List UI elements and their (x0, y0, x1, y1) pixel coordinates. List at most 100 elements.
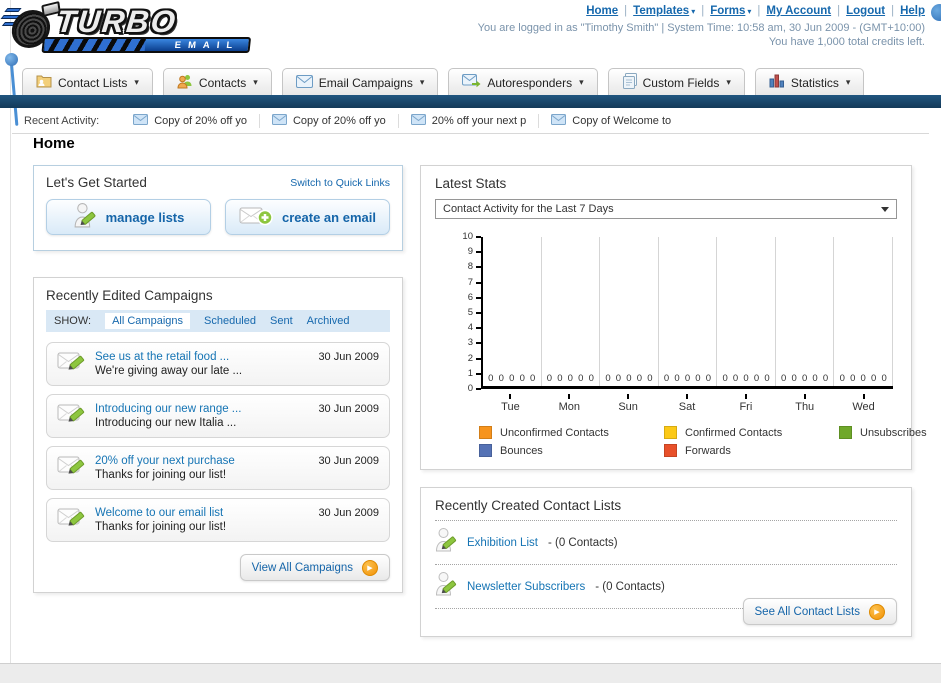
chart-value-label: 0 (615, 373, 622, 384)
header-link-templates[interactable]: Templates (633, 5, 689, 17)
tab-statistics[interactable]: Statistics ▾ (754, 68, 865, 96)
legend-item: Forwards (664, 444, 839, 457)
credits-text: You have 1,000 total credits left. (768, 36, 925, 48)
chart-x-label: Thu (775, 394, 834, 413)
tab-contact-lists[interactable]: Contact Lists ▾ (22, 68, 153, 96)
separator (701, 5, 704, 17)
contact-list-item[interactable]: Exhibition List - (0 Contacts) (435, 520, 897, 564)
main-nav: Contact Lists ▾ Contacts ▾ Email Campaigns… (22, 68, 865, 96)
filter-scheduled[interactable]: Scheduled (204, 315, 256, 327)
tab-contacts[interactable]: Contacts ▾ (162, 68, 272, 96)
campaign-row[interactable]: See us at the retail food ... We're givin… (46, 342, 390, 386)
chevron-down-icon: ▾ (845, 77, 851, 87)
chart-value-label: 0 (557, 373, 563, 384)
turbo-email-logo[interactable]: TURBO EMAIL (0, 1, 254, 53)
y-tick-label: 9 (468, 247, 482, 257)
header-link-my-account[interactable]: My Account (766, 5, 831, 17)
campaign-title-link[interactable]: Introducing our new range ... (95, 402, 241, 416)
chart-value-label: 0 (674, 373, 680, 384)
legend-swatch (664, 426, 677, 439)
autoresponders-icon (462, 74, 481, 91)
contact-list-detail: - (0 Contacts) (595, 580, 665, 593)
switch-quick-links-link[interactable]: Switch to Quick Links (290, 177, 390, 189)
header-link-forms[interactable]: Forms (710, 5, 745, 17)
y-tick-label: 10 (462, 232, 481, 242)
legend-swatch (479, 444, 492, 457)
chart-x-label: Sun (599, 394, 658, 413)
latest-stats-panel: Latest Stats Contact Activity for the La… (420, 165, 927, 470)
filter-sent[interactable]: Sent (270, 315, 293, 327)
chart-value-label: 0 (509, 373, 515, 384)
y-tick-label: 7 (468, 277, 482, 288)
chart-x-label: Tue (481, 394, 540, 413)
recent-activity-item[interactable]: Copy of Welcome to (539, 113, 683, 128)
create-email-button[interactable]: create an email (225, 199, 390, 235)
app-window: TURBO EMAIL Home Templates ▾ Forms ▾ My Ac… (0, 0, 941, 683)
chevron-down-icon: ▾ (253, 77, 258, 87)
envelope-pencil-icon (57, 454, 87, 482)
see-all-contact-lists-button[interactable]: See All Contact Lists ▶ (742, 598, 897, 625)
stats-dropdown[interactable]: Contact Activity for the Last 7 Days (435, 199, 897, 219)
filter-all-campaigns[interactable]: All Campaigns (105, 313, 190, 329)
chart-value-label: 0 (488, 373, 494, 384)
campaign-row[interactable]: Introducing our new range ... Introducing… (46, 394, 390, 438)
view-all-campaigns-button[interactable]: View All Campaigns ▶ (239, 554, 390, 581)
logo-line-turbo: TURBO (54, 4, 179, 39)
chart-value-label: 0 (530, 373, 536, 384)
show-label: SHOW: (54, 315, 92, 327)
chart-x-labels: Tue Mon Sun Sat Fri Thu Wed (481, 394, 893, 413)
chart-day-group: 00000 (717, 237, 776, 386)
contacts-icon (177, 73, 193, 92)
person-pencil-icon (435, 527, 457, 558)
chart-value-label: 0 (764, 373, 770, 384)
person-pencil-icon (435, 571, 457, 602)
contact-list-name-link[interactable]: Exhibition List (467, 537, 538, 549)
y-tick-label: 3 (468, 338, 482, 348)
legend-swatch (664, 444, 677, 457)
campaign-row[interactable]: 20% off your next purchase Thanks for joi… (46, 446, 390, 490)
chart-value-label: 0 (605, 373, 611, 384)
filter-archived[interactable]: Archived (307, 315, 350, 327)
chart-value-label: 0 (871, 373, 877, 384)
envelope-pencil-icon (57, 402, 87, 430)
recent-activity-item[interactable]: Copy of 20% off yo (121, 113, 260, 128)
footer-strip (0, 663, 941, 683)
tab-autoresponders[interactable]: Autoresponders ▾ (448, 68, 598, 96)
campaign-title-link[interactable]: See us at the retail food ... (95, 350, 242, 364)
legend-swatch (839, 426, 852, 439)
y-tick-label: 0 (468, 383, 482, 394)
chart-value-label: 0 (546, 373, 553, 384)
chart-value-label: 0 (636, 373, 643, 384)
chart-day-group: 00000 (600, 237, 659, 386)
chart-value-label: 0 (588, 373, 594, 384)
recent-activity-bar: Recent Activity: Copy of 20% off yo Copy… (12, 109, 929, 132)
tab-label: Autoresponders (487, 75, 573, 90)
manage-lists-button[interactable]: manage lists (46, 199, 211, 235)
chevron-down-icon: ▾ (579, 77, 584, 87)
navy-divider-bar (0, 95, 941, 108)
envelope-pencil-icon (57, 506, 87, 534)
chart-x-label: Sat (658, 394, 717, 413)
recent-activity-item[interactable]: Copy of 20% off yo (260, 113, 399, 128)
header-link-home[interactable]: Home (586, 5, 618, 17)
tab-custom-fields[interactable]: Custom Fields ▾ (607, 68, 745, 96)
recent-activity-item[interactable]: 20% off your next p (399, 113, 540, 128)
campaign-date: 30 Jun 2009 (318, 507, 379, 519)
separator (837, 5, 840, 17)
header-link-help[interactable]: Help (900, 5, 925, 17)
legend-item: Unsubscribes (839, 426, 927, 439)
contact-list-name-link[interactable]: Newsletter Subscribers (467, 581, 585, 593)
separator (624, 5, 627, 17)
campaign-title-link[interactable]: 20% off your next purchase (95, 454, 235, 468)
chart-value-label: 0 (839, 373, 845, 384)
tab-email-campaigns[interactable]: Email Campaigns ▾ (281, 68, 439, 96)
chart-x-label: Wed (834, 394, 893, 413)
campaign-title-link[interactable]: Welcome to our email list (95, 506, 226, 520)
chart-value-label: 0 (743, 373, 749, 384)
envelope-icon (410, 113, 426, 128)
legend-label: Unconfirmed Contacts (500, 426, 609, 439)
contact-activity-chart: 10 9 8 7 6 5 4 3 2 1 0 000000000000000000000000000… (455, 232, 893, 413)
header-link-logout[interactable]: Logout (846, 5, 885, 17)
campaign-row[interactable]: Welcome to our email list Thanks for join… (46, 498, 390, 542)
campaign-subtitle: Thanks for joining our list! (95, 521, 227, 533)
